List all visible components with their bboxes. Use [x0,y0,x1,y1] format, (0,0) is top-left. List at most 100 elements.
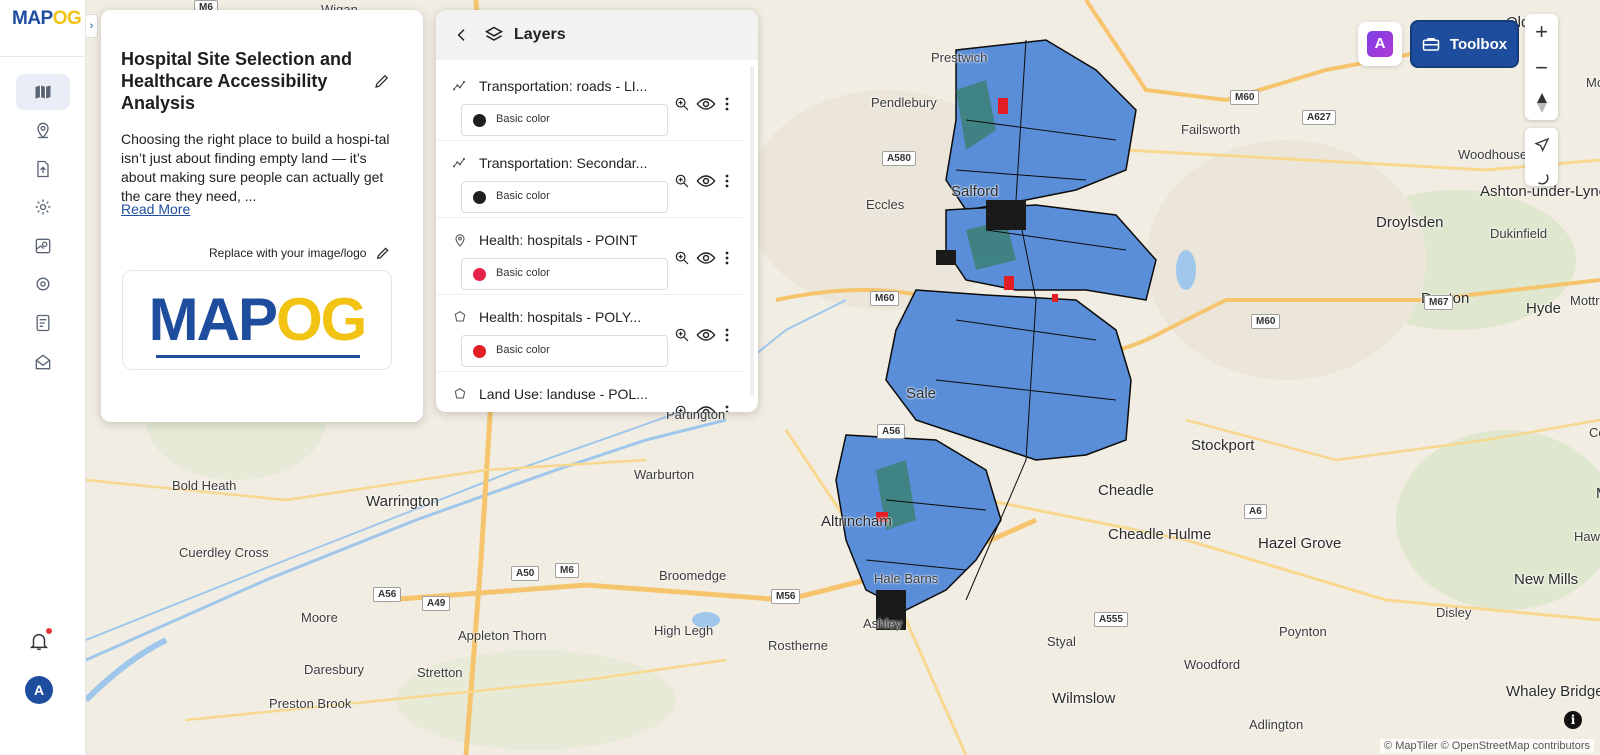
edit-logo-icon[interactable] [375,245,391,261]
zoom-in-button[interactable]: + [1525,14,1558,49]
sidebar: MAPOG A [0,0,86,755]
road-shield: A56 [373,587,402,602]
sidebar-item-map-analysis[interactable] [16,228,70,264]
project-logo-right: OG [276,286,367,353]
road-shield: M60 [870,291,900,306]
map-place-label: Failsworth [1181,122,1241,137]
edit-title-icon[interactable] [373,72,391,90]
zoom-to-layer-icon[interactable] [674,173,690,189]
layer-actions [674,250,734,268]
map-place-label: Marple [1596,485,1600,502]
sidebar-item-location[interactable] [16,112,70,148]
sidebar-item-cog[interactable] [16,266,70,302]
replace-logo-label: Replace with your image/logo [209,246,367,260]
road-shield: M56 [771,589,801,604]
layer-color-swatch [473,268,486,281]
layers-scrollbar[interactable] [750,66,754,396]
logo-text-right: OG [52,8,82,29]
map-place-label: Pendlebury [871,95,937,110]
map-place-label: Eccles [866,197,905,212]
layer-style-selector[interactable]: Basic color [461,104,668,136]
layer-row[interactable]: Transportation: Secondar... Basic color [436,141,742,218]
map-place-label: Mosley [1586,75,1600,90]
zoom-to-layer-icon[interactable] [674,327,690,343]
map-place-label: Adlington [1249,717,1304,732]
layers-title: Layers [514,26,566,43]
layer-style-selector[interactable]: Basic color [461,181,668,213]
layer-row[interactable]: Health: hospitals - POLY... Basic color [436,295,742,372]
sidebar-item-settings[interactable] [16,189,70,225]
visibility-eye-icon[interactable] [696,404,716,412]
sidebar-collapse-toggle[interactable]: › [86,14,98,38]
road-shield: A50 [511,566,540,581]
more-options-icon[interactable] [724,250,730,266]
zoom-to-layer-icon[interactable] [674,250,690,266]
zoom-controls: + − [1525,14,1558,120]
project-logo-underline [156,355,360,358]
layer-row[interactable]: Land Use: landuse - POL...Basic color [436,372,742,412]
layer-row[interactable]: Transportation: roads - LI... Basic color [436,64,742,141]
geolocate-controls [1525,128,1558,186]
map-info-icon[interactable]: i [1564,711,1582,729]
visibility-eye-icon[interactable] [696,96,716,112]
map-place-label: High Legh [654,623,714,638]
visibility-eye-icon[interactable] [696,327,716,343]
map-place-label: Dukinfield [1490,226,1548,241]
zoom-out-button[interactable]: − [1525,50,1558,85]
layer-color-swatch [473,345,486,358]
read-more-link[interactable]: Read More [121,201,190,217]
sidebar-item-upload[interactable] [16,151,70,187]
layer-style-selector[interactable]: Basic color [461,335,668,367]
map-place-label: Styal [1047,634,1076,649]
map-attribution: © MapTiler © OpenStreetMap contributors [1380,739,1594,753]
back-arrow-icon[interactable] [454,27,470,43]
cog-icon [36,277,50,291]
map-place-label: Hyde [1526,300,1562,317]
map-place-label: Droylsden [1376,214,1444,231]
project-logo-box[interactable]: MAPOG [122,270,392,370]
road-shield: M60 [1251,314,1281,329]
more-options-icon[interactable] [724,173,730,189]
layer-name: Transportation: roads - LI... [479,78,648,94]
layer-row[interactable]: Health: hospitals - POINT Basic color [436,218,742,295]
reset-rotation-button[interactable] [1525,160,1558,195]
layer-actions [674,96,734,114]
polygon-layer-icon [454,311,466,322]
sidebar-item-map[interactable] [16,74,70,110]
sidebar-item-location-mail[interactable] [16,344,70,380]
zoom-to-layer-icon[interactable] [674,96,690,112]
layer-name: Health: hospitals - POLY... [479,309,642,325]
toolbox-button[interactable]: Toolbox [1410,20,1519,68]
layer-actions [674,173,734,191]
sidebar-item-report[interactable] [16,305,70,341]
map-place-label: Broomedge [659,568,727,583]
layer-style-selector[interactable]: Basic color [461,258,668,290]
layer-color-label: Basic color [496,344,550,356]
map-place-label: Daresbury [304,662,364,677]
compass-button[interactable] [1525,86,1558,121]
project-logo: MAPOG [149,290,368,350]
zoom-to-layer-icon[interactable] [674,404,690,412]
visibility-eye-icon[interactable] [696,173,716,189]
road-shield: A627 [1302,110,1336,125]
layers-icon [484,26,504,41]
point-layer-icon [455,234,465,247]
user-avatar[interactable]: A [25,676,53,704]
project-info-panel: Hospital Site Selection and Healthcare A… [101,10,423,422]
map-place-label: Bold Heath [172,478,237,493]
map-place-label: Prestwich [931,50,988,65]
more-options-icon[interactable] [724,327,730,343]
polygon-layer-icon [454,388,466,399]
geolocate-button[interactable] [1525,128,1558,163]
map-place-label: Moore [301,610,338,625]
more-options-icon[interactable] [724,96,730,112]
visibility-eye-icon[interactable] [696,250,716,266]
app-logo[interactable]: MAPOG [12,8,82,30]
ai-assistant-button[interactable]: A [1358,22,1402,66]
more-options-icon[interactable] [724,404,730,412]
line-layer-icon [452,80,466,91]
map-place-label: Poynton [1279,624,1327,639]
rotate-icon [1537,174,1549,185]
ai-sparkle-icon: A [1367,31,1393,57]
layer-color-swatch [473,191,486,204]
